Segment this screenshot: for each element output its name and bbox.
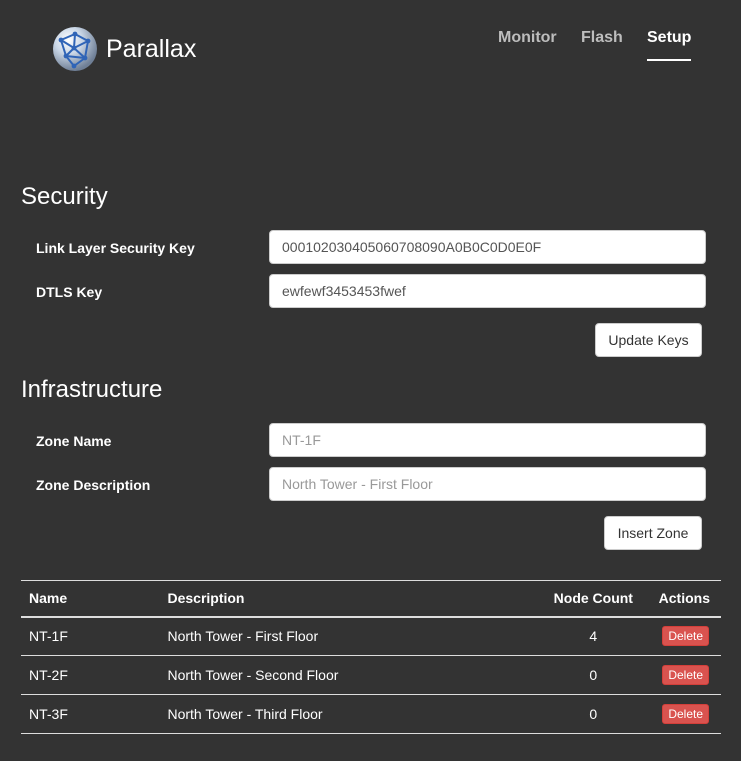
link-layer-key-input[interactable] xyxy=(269,230,706,264)
zone-actions-cell: Delete xyxy=(650,694,721,734)
nav-flash[interactable]: Flash xyxy=(581,28,623,48)
column-header-description: Description xyxy=(159,580,536,618)
column-header-name: Name xyxy=(21,580,160,618)
zone-actions-cell: Delete xyxy=(650,616,721,656)
zone-node-count-cell: 4 xyxy=(536,616,651,656)
insert-zone-button[interactable]: Insert Zone xyxy=(604,516,702,550)
security-heading: Security xyxy=(21,183,108,210)
table-row: NT-3F North Tower - Third Floor 0 Delete xyxy=(21,694,721,734)
zone-name-cell: NT-3F xyxy=(21,694,160,734)
dtls-key-label: DTLS Key xyxy=(36,284,103,300)
table-row: NT-1F North Tower - First Floor 4 Delete xyxy=(21,616,721,656)
zone-description-cell: North Tower - First Floor xyxy=(159,616,536,656)
zone-name-input[interactable] xyxy=(269,423,706,457)
zone-actions-cell: Delete xyxy=(650,655,721,695)
nav-active-indicator xyxy=(647,59,692,61)
table-header-row: Name Description Node Count Actions xyxy=(21,580,721,618)
zone-description-label: Zone Description xyxy=(36,477,151,493)
globe-network-icon[interactable] xyxy=(52,26,98,72)
update-keys-button[interactable]: Update Keys xyxy=(595,323,702,357)
zone-description-cell: North Tower - Second Floor xyxy=(159,655,536,695)
zone-node-count-cell: 0 xyxy=(536,694,651,734)
nav-setup-label: Setup xyxy=(647,29,692,46)
navbar: Parallax Monitor Flash Setup xyxy=(0,0,741,100)
delete-zone-button[interactable]: Delete xyxy=(662,626,709,647)
zone-name-cell: NT-1F xyxy=(21,616,160,656)
zone-node-count-cell: 0 xyxy=(536,655,651,695)
zones-table: Name Description Node Count Actions NT-1… xyxy=(21,580,721,734)
zone-description-cell: North Tower - Third Floor xyxy=(159,694,536,734)
table-row: NT-2F North Tower - Second Floor 0 Delet… xyxy=(21,655,721,695)
zone-name-label: Zone Name xyxy=(36,433,112,449)
nav-setup[interactable]: Setup xyxy=(647,28,692,61)
brand-name[interactable]: Parallax xyxy=(106,34,196,64)
infrastructure-heading: Infrastructure xyxy=(21,376,163,403)
column-header-actions: Actions xyxy=(650,580,721,618)
dtls-key-input[interactable] xyxy=(269,274,706,308)
nav-monitor[interactable]: Monitor xyxy=(498,28,557,48)
column-header-node-count: Node Count xyxy=(536,580,651,618)
delete-zone-button[interactable]: Delete xyxy=(662,665,709,685)
delete-zone-button[interactable]: Delete xyxy=(662,704,709,724)
zone-description-input[interactable] xyxy=(269,467,706,501)
zone-name-cell: NT-2F xyxy=(21,655,160,695)
link-layer-key-label: Link Layer Security Key xyxy=(36,240,195,256)
